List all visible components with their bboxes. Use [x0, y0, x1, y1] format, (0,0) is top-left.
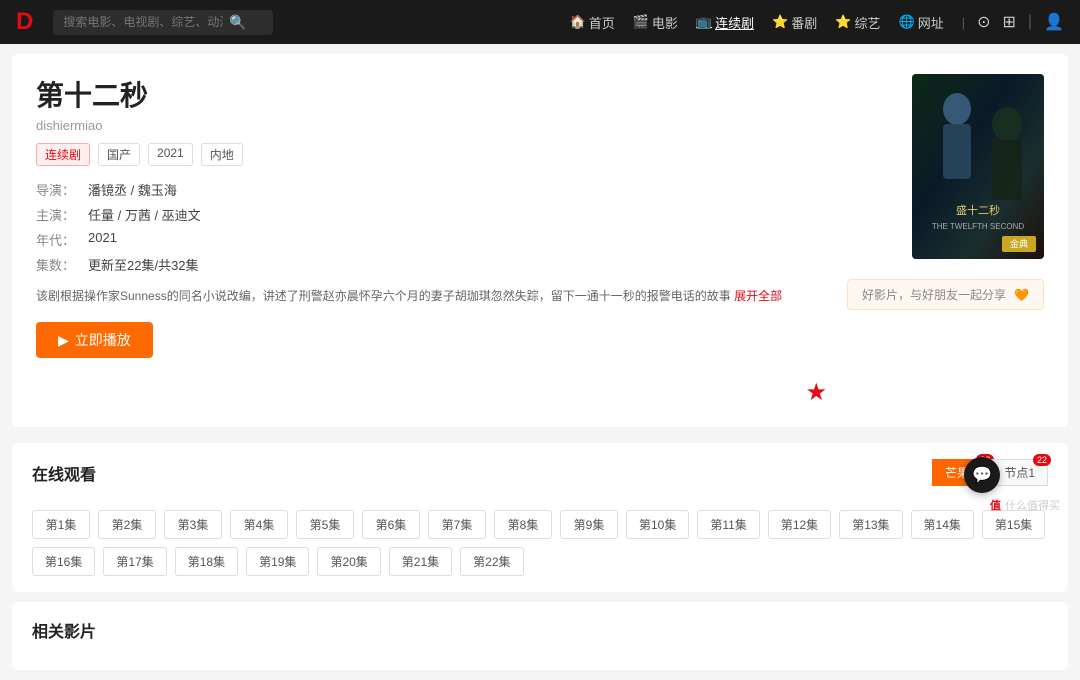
expand-link[interactable]: 展开全部 — [734, 289, 782, 303]
episode-button[interactable]: 第12集 — [768, 510, 831, 539]
float-chat-button[interactable]: 💬 — [964, 457, 1000, 493]
episode-button[interactable]: 第20集 — [317, 547, 380, 576]
tag-region[interactable]: 内地 — [201, 143, 243, 166]
episode-button[interactable]: 第14集 — [911, 510, 974, 539]
tv-icon: 📺 — [696, 14, 712, 30]
watermark-text: 什么值得买 — [1005, 497, 1060, 513]
episode-section-title: 在线观看 — [32, 461, 96, 485]
episode-button[interactable]: 第15集 — [982, 510, 1045, 539]
main-container: 第十二秒 dishiermiao 连续剧 国产 2021 内地 导演： 潘镜丞 … — [12, 54, 1068, 427]
episode-button[interactable]: 第10集 — [626, 510, 689, 539]
director-row: 导演： 潘镜丞 / 魏玉海 — [36, 180, 827, 199]
svg-text:THE TWELFTH SECOND: THE TWELFTH SECOND — [932, 222, 1025, 231]
episode-section: 在线观看 芒果tv 22 节点1 22 第1集第2集第3集第4集第5集第6集第7… — [12, 443, 1068, 592]
episode-button[interactable]: 第17集 — [103, 547, 166, 576]
episode-button[interactable]: 第16集 — [32, 547, 95, 576]
content-area: 第十二秒 dishiermiao 连续剧 国产 2021 内地 导演： 潘镜丞 … — [36, 74, 1044, 407]
circle-icon[interactable]: ⊙ — [977, 12, 990, 32]
share-bar: 好影片，与好朋友一起分享 🧡 — [847, 279, 1044, 310]
episode-button[interactable]: 第21集 — [389, 547, 452, 576]
main-nav: 🏠首页 🎬电影 📺连续剧 ⭐番剧 ⭐综艺 🌐网址 | — [570, 13, 966, 32]
cast-value: 任量 / 万茜 / 巫迪文 — [88, 205, 201, 224]
share-text: 好影片，与好朋友一起分享 — [862, 286, 1006, 303]
episode-row: 集数： 更新至22集/共32集 — [36, 255, 827, 274]
episode-button[interactable]: 第19集 — [246, 547, 309, 576]
play-icon: ▶ — [58, 332, 69, 349]
poster-svg: 盛十二秒 THE TWELFTH SECOND 金典 — [912, 74, 1044, 259]
share-icon: 🧡 — [1014, 288, 1029, 302]
director-label: 导演： — [36, 180, 84, 199]
meta-list: 导演： 潘镜丞 / 魏玉海 主演： 任量 / 万茜 / 巫迪文 年代： 2021… — [36, 180, 827, 274]
info-section: 第十二秒 dishiermiao 连续剧 国产 2021 内地 导演： 潘镜丞 … — [36, 74, 827, 407]
episode-button[interactable]: 第18集 — [175, 547, 238, 576]
search-bar: 🔍 — [53, 10, 273, 35]
nav-separator: | — [962, 15, 965, 30]
node1-tab-label: 节点1 — [1004, 466, 1035, 480]
svg-text:盛十二秒: 盛十二秒 — [956, 203, 1000, 217]
watermark-logo: 值 — [990, 497, 1001, 513]
description: 该剧根据操作家Sunness的同名小说改编，讲述了刑警赵亦晨怀孕六个月的妻子胡珈… — [36, 286, 827, 306]
svg-text:金典: 金典 — [1010, 238, 1028, 249]
chat-icon: 💬 — [972, 465, 992, 485]
poster-image: 盛十二秒 THE TWELFTH SECOND 金典 — [912, 74, 1044, 259]
star-icon-nav: ⭐ — [772, 14, 788, 30]
episode-button[interactable]: 第3集 — [164, 510, 222, 539]
episode-button[interactable]: 第13集 — [839, 510, 902, 539]
episode-label: 集数： — [36, 255, 84, 274]
episode-button[interactable]: 第2集 — [98, 510, 156, 539]
cast-label: 主演： — [36, 205, 84, 224]
nav-anime[interactable]: ⭐番剧 — [772, 13, 817, 32]
home-icon: 🏠 — [570, 14, 586, 30]
nav-web[interactable]: 🌐网址 — [899, 13, 944, 32]
watermark: 值 什么值得买 — [990, 497, 1060, 513]
poster-area: 盛十二秒 THE TWELFTH SECOND 金典 — [912, 74, 1044, 259]
episode-button[interactable]: 第8集 — [494, 510, 552, 539]
globe-icon: 🌐 — [899, 14, 915, 30]
tags-container: 连续剧 国产 2021 内地 — [36, 143, 827, 166]
episode-button[interactable]: 第6集 — [362, 510, 420, 539]
episode-button[interactable]: 第9集 — [560, 510, 618, 539]
cast-row: 主演： 任量 / 万茜 / 巫迪文 — [36, 205, 827, 224]
nav-drama[interactable]: 📺连续剧 — [696, 13, 754, 32]
nav-variety[interactable]: ⭐综艺 — [835, 13, 880, 32]
episode-button[interactable]: 第7集 — [428, 510, 486, 539]
director-value: 潘镜丞 / 魏玉海 — [88, 180, 177, 199]
favorite-icon[interactable]: ★ — [806, 378, 828, 407]
title-cn: 第十二秒 — [36, 74, 827, 114]
episode-value: 更新至22集/共32集 — [88, 255, 199, 274]
right-panel: 盛十二秒 THE TWELFTH SECOND 金典 好影片，与好朋友一起分享 … — [847, 74, 1044, 407]
search-input[interactable] — [63, 15, 223, 29]
play-label: 立即播放 — [75, 330, 131, 350]
site-logo[interactable]: D — [16, 8, 33, 36]
year-value: 2021 — [88, 230, 117, 249]
desc-text: 该剧根据操作家Sunness的同名小说改编，讲述了刑警赵亦晨怀孕六个月的妻子胡珈… — [36, 289, 731, 303]
tag-year[interactable]: 2021 — [148, 143, 193, 166]
episode-grid-row1: 第1集第2集第3集第4集第5集第6集第7集第8集第9集第10集第11集第12集第… — [32, 510, 1048, 576]
play-button[interactable]: ▶ 立即播放 — [36, 322, 153, 358]
episode-button[interactable]: 第1集 — [32, 510, 90, 539]
year-row: 年代： 2021 — [36, 230, 827, 249]
nav-home[interactable]: 🏠首页 — [570, 13, 615, 32]
header-right-icons: ⊙ ⊞ | 👤 — [977, 12, 1064, 32]
episode-button[interactable]: 第4集 — [230, 510, 288, 539]
sep2: | — [1028, 13, 1032, 31]
nav-movie[interactable]: 🎬电影 — [633, 13, 678, 32]
favorite-area: ★ — [36, 378, 827, 407]
episode-button[interactable]: 第22集 — [460, 547, 523, 576]
tag-drama[interactable]: 连续剧 — [36, 143, 90, 166]
tag-origin[interactable]: 国产 — [98, 143, 140, 166]
grid-icon[interactable]: ⊞ — [1003, 12, 1016, 32]
episode-button[interactable]: 第5集 — [296, 510, 354, 539]
episode-button[interactable]: 第11集 — [697, 510, 759, 539]
related-section-title: 相关影片 — [32, 618, 1048, 642]
user-icon[interactable]: 👤 — [1044, 12, 1064, 32]
movie-icon: 🎬 — [633, 14, 649, 30]
year-label: 年代： — [36, 230, 84, 249]
star2-icon-nav: ⭐ — [835, 14, 851, 30]
title-pinyin: dishiermiao — [36, 118, 827, 133]
node1-badge: 22 — [1033, 454, 1051, 466]
related-section: 相关影片 — [12, 602, 1068, 670]
search-icon[interactable]: 🔍 — [229, 14, 246, 31]
header: D 🔍 🏠首页 🎬电影 📺连续剧 ⭐番剧 ⭐综艺 🌐网址 | ⊙ ⊞ | 👤 — [0, 0, 1080, 44]
